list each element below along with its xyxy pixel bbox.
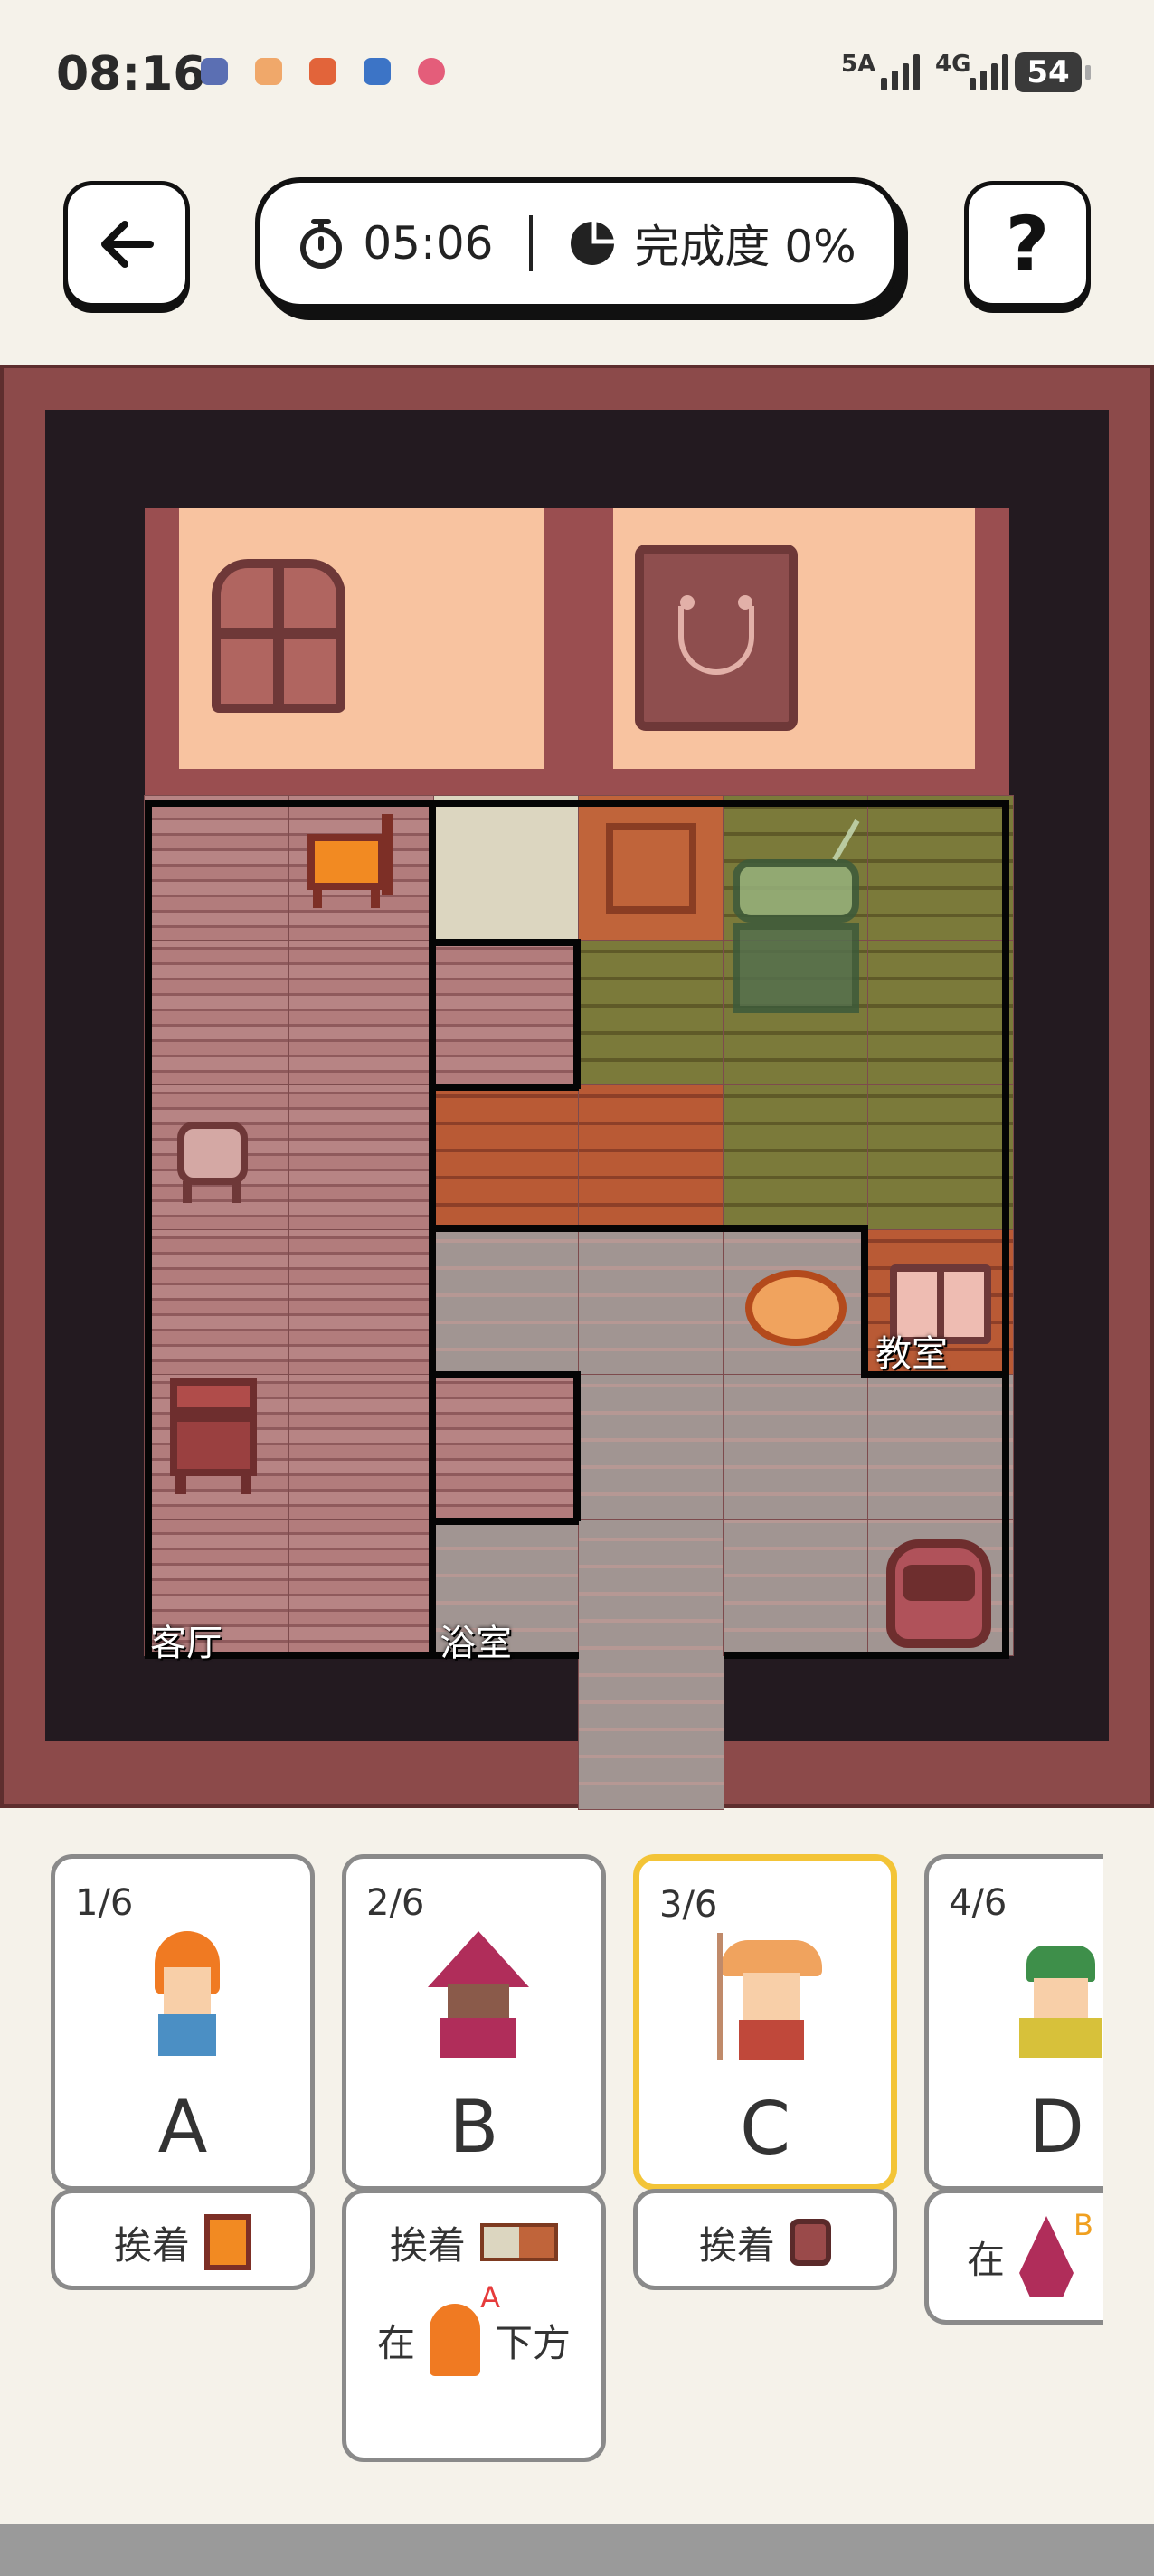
floor-tile[interactable] — [433, 940, 580, 1086]
progress-panel: 05:06 完成度 0% — [255, 177, 899, 309]
question-icon: ? — [1005, 200, 1050, 289]
back-wall-left — [145, 508, 579, 796]
card-index: 1/6 — [75, 1882, 134, 1924]
smiley-portrait-icon — [635, 545, 798, 731]
floor-tile[interactable] — [867, 1374, 1014, 1520]
character-card-a[interactable]: 1/6 A — [51, 1854, 315, 2191]
orange-chair-icon — [307, 814, 402, 908]
app-notification-icon — [309, 58, 336, 85]
hint-text: 挨着 — [389, 2222, 466, 2268]
orange-haired-girl-avatar — [137, 1931, 238, 2067]
divider — [529, 215, 534, 271]
signal-bars-icon — [881, 54, 920, 90]
card-index: 3/6 — [659, 1884, 718, 1926]
green-hat-character-avatar — [1010, 1931, 1103, 2067]
badge-letter: A — [480, 2280, 500, 2315]
floor-tile[interactable] — [288, 1084, 435, 1231]
character-card-b[interactable]: 2/6 B — [342, 1854, 606, 2191]
wooden-chair-icon — [170, 1378, 257, 1496]
card-letter: A — [157, 2085, 208, 2169]
small-stool-icon — [177, 1122, 250, 1207]
arrow-left-icon — [101, 221, 154, 268]
floor-tile[interactable] — [433, 1374, 580, 1520]
floor-tile[interactable] — [867, 1084, 1014, 1231]
app-notification-icon — [255, 58, 282, 85]
farmer-girl-avatar — [717, 1933, 822, 2069]
completion-text: 完成度 0% — [634, 221, 856, 273]
floor-tile[interactable] — [288, 1374, 435, 1520]
character-b-mini-avatar — [1019, 2216, 1074, 2297]
light-and-orange-tile-icon — [480, 2223, 558, 2261]
floor-tile[interactable] — [433, 1229, 580, 1376]
status-bar: 08:16 5A 4G 54 — [0, 0, 1154, 154]
signal-label-1: 5A — [841, 51, 876, 78]
floor-tile[interactable] — [578, 940, 724, 1086]
floor-tile[interactable] — [288, 1229, 435, 1376]
stopwatch-icon — [300, 219, 343, 269]
help-button[interactable]: ? — [964, 181, 1091, 308]
hint-card-a: 挨着 — [51, 2189, 315, 2290]
badge-letter: B — [1074, 2208, 1093, 2242]
room-label-bathroom: 浴室 — [440, 1623, 512, 1664]
card-index: 4/6 — [949, 1882, 1007, 1924]
floor-tile[interactable] — [288, 940, 435, 1086]
floor-tile[interactable] — [144, 940, 290, 1086]
barrel-icon — [886, 1539, 991, 1648]
floor-tile[interactable] — [144, 1229, 290, 1376]
floor-tile[interactable] — [578, 1084, 724, 1231]
character-card-c[interactable]: 3/6 C — [633, 1854, 897, 2191]
hint-text: 在 — [967, 2237, 1006, 2282]
pie-progress-icon — [571, 222, 615, 265]
card-index: 2/6 — [366, 1882, 425, 1924]
system-nav-bar — [0, 2524, 1154, 2576]
hint-text: 下方 — [495, 2320, 572, 2365]
app-notification-icon — [201, 58, 228, 85]
room-label-classroom: 教室 — [875, 1333, 948, 1375]
room-label-living: 客厅 — [150, 1623, 222, 1664]
hint-text: 挨着 — [113, 2222, 190, 2268]
app-notification-icon — [418, 58, 445, 85]
back-button[interactable] — [63, 181, 190, 308]
card-letter: B — [449, 2085, 499, 2169]
floor-tile[interactable] — [867, 940, 1014, 1086]
cushion-icon — [745, 1270, 847, 1346]
hint-card-c: 挨着 — [633, 2189, 897, 2290]
hint-text: 在 — [376, 2320, 415, 2365]
signal-bars-icon — [970, 54, 1008, 90]
floor-tile[interactable] — [723, 1084, 869, 1231]
clock: 08:16 — [56, 47, 206, 101]
floor-tile[interactable] — [578, 1229, 724, 1376]
notification-icons — [201, 58, 445, 85]
floor-tile[interactable] — [578, 1374, 724, 1520]
hint-text: 挨着 — [698, 2222, 775, 2268]
window-icon — [212, 559, 345, 713]
green-desk-icon — [724, 808, 868, 1028]
signal-label-2: 4G — [935, 51, 971, 78]
floor-tile[interactable] — [288, 1519, 435, 1656]
app-notification-icon — [364, 58, 391, 85]
card-letter: D — [1028, 2085, 1084, 2169]
floor-tile[interactable] — [723, 1519, 869, 1656]
character-a-mini-avatar: A — [430, 2280, 500, 2376]
orange-chair-icon — [204, 2214, 251, 2270]
bucket-icon — [790, 2219, 831, 2266]
floor-tile[interactable] — [144, 795, 290, 942]
hint-card-d: 在 B 左 — [924, 2189, 1103, 2325]
hint-card-b: 挨着 在 A 下方 — [342, 2189, 606, 2462]
card-letter: C — [740, 2087, 790, 2171]
entrance-tile[interactable] — [578, 1519, 724, 1810]
witch-girl-avatar — [428, 1931, 529, 2067]
floor-tile[interactable] — [433, 795, 580, 942]
back-wall-right — [579, 508, 1009, 796]
floor-tile[interactable] — [867, 795, 1014, 942]
floor-tile[interactable] — [723, 1374, 869, 1520]
character-card-strip[interactable]: 1/6 A 挨着 2/6 B 挨着 在 A 下方 3/6 C 挨着 4/6 D … — [51, 1854, 1103, 2487]
battery-icon: 54 — [1015, 52, 1091, 92]
timer-text: 05:06 — [363, 217, 494, 270]
floor-tile[interactable] — [433, 1084, 580, 1231]
character-card-d[interactable]: 4/6 D — [924, 1854, 1103, 2191]
floor-tile[interactable] — [578, 795, 724, 942]
